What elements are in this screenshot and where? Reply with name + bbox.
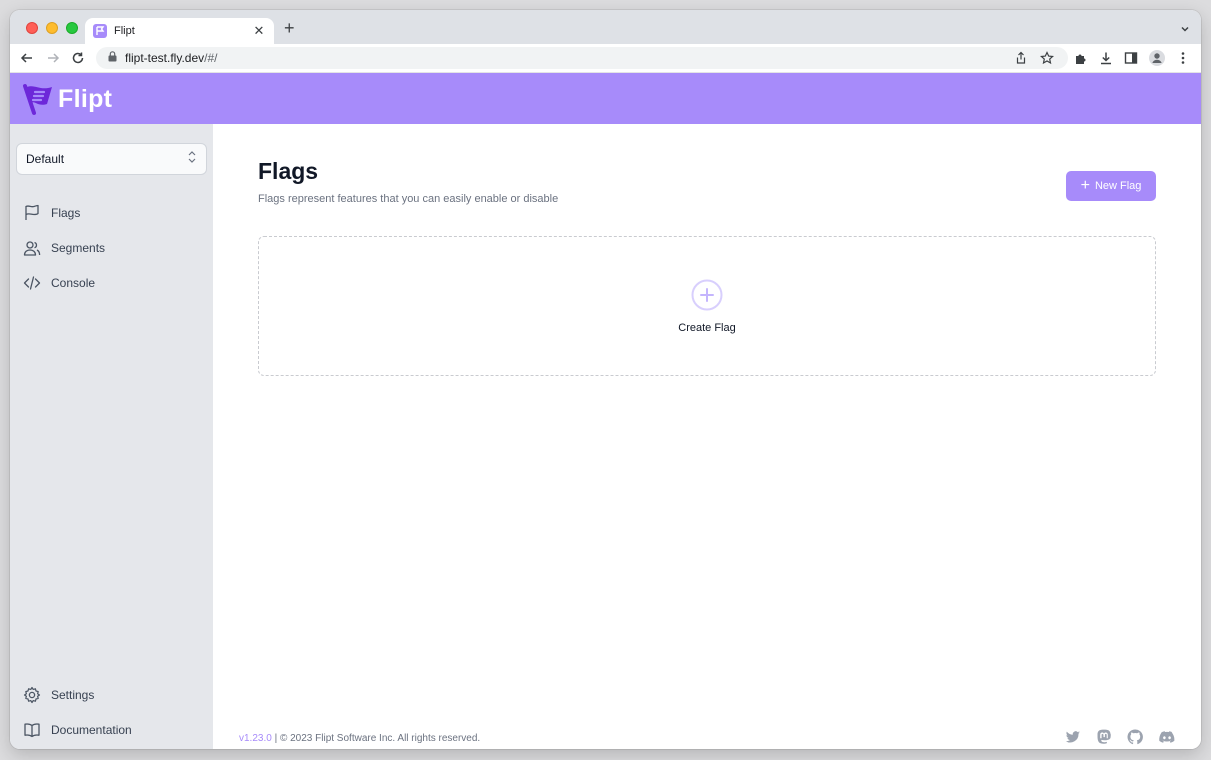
sidebar-item-documentation[interactable]: Documentation — [22, 719, 132, 741]
extensions-puzzle-icon[interactable] — [1073, 50, 1089, 66]
sidebar-item-segments[interactable]: Segments — [22, 237, 105, 259]
browser-window: Flipt ✕ + flipt-test.fly.dev/#/ Flipt De… — [10, 10, 1201, 749]
new-flag-button-label: New Flag — [1094, 180, 1142, 192]
logo-text: Flipt — [58, 84, 113, 113]
back-arrow-icon[interactable] — [19, 50, 35, 66]
page-subtitle: Flags represent features that you can ea… — [258, 193, 559, 205]
flipt-favicon-icon — [93, 24, 107, 38]
mastodon-icon[interactable] — [1096, 729, 1112, 745]
version-link[interactable]: v1.23.0 — [239, 733, 272, 744]
github-icon[interactable] — [1127, 729, 1143, 745]
new-flag-button[interactable]: + New Flag — [1066, 171, 1156, 201]
create-flag-empty-state[interactable]: Create Flag — [258, 236, 1156, 376]
forward-arrow-icon[interactable] — [45, 50, 61, 66]
discord-icon[interactable] — [1159, 729, 1175, 745]
tab-strip: Flipt ✕ + — [10, 10, 1201, 44]
new-tab-button[interactable]: + — [284, 19, 295, 37]
profile-avatar-icon[interactable] — [1149, 50, 1165, 66]
footer-copyright: v1.23.0 | © 2023 Flipt Software Inc. All… — [239, 733, 480, 744]
tab-close-icon[interactable]: ✕ — [252, 23, 266, 39]
address-bar[interactable]: flipt-test.fly.dev/#/ — [96, 47, 1068, 69]
app-header: Flipt — [10, 73, 1201, 124]
sidebar-item-label: Console — [51, 276, 96, 290]
browser-menu-dots-icon[interactable] — [1175, 50, 1191, 66]
browser-tab[interactable]: Flipt ✕ — [85, 18, 274, 44]
url-text: flipt-test.fly.dev/#/ — [125, 51, 218, 65]
users-icon — [22, 238, 42, 258]
download-icon[interactable] — [1098, 50, 1114, 66]
namespace-select-value: Default — [26, 152, 65, 166]
reload-icon[interactable] — [70, 50, 86, 66]
minimize-window-button[interactable] — [46, 22, 58, 34]
sidebar-item-label: Settings — [51, 688, 95, 702]
gear-icon — [22, 685, 42, 705]
twitter-icon[interactable] — [1065, 729, 1081, 745]
flipt-logo-icon — [23, 84, 52, 115]
tab-search-chevron-icon[interactable] — [1179, 22, 1191, 40]
page-title: Flags — [258, 158, 319, 184]
plus-circle-icon — [691, 279, 723, 311]
sidebar-item-label: Documentation — [51, 723, 132, 737]
bookmark-star-icon[interactable] — [1039, 51, 1055, 65]
copyright-text: | © 2023 Flipt Software Inc. All rights … — [271, 733, 481, 744]
maximize-window-button[interactable] — [66, 22, 78, 34]
sidebar-item-label: Flags — [51, 206, 81, 220]
browser-toolbar: flipt-test.fly.dev/#/ — [10, 44, 1201, 73]
sidebar-item-settings[interactable]: Settings — [22, 684, 94, 706]
plus-icon: + — [1080, 177, 1090, 194]
sidebar: Default Flags Segments Console Settings … — [10, 124, 213, 749]
close-window-button[interactable] — [26, 22, 38, 34]
share-icon[interactable] — [1014, 51, 1028, 65]
flipt-logo[interactable]: Flipt — [22, 82, 112, 116]
book-icon — [22, 720, 42, 740]
sidebar-item-label: Segments — [51, 241, 106, 255]
lock-icon — [108, 49, 117, 67]
namespace-select[interactable]: Default — [16, 143, 207, 175]
flag-icon — [22, 203, 42, 223]
sidebar-item-console[interactable]: Console — [22, 272, 95, 294]
sidebar-item-flags[interactable]: Flags — [22, 202, 80, 224]
chevron-up-down-icon — [187, 150, 197, 169]
create-flag-label: Create Flag — [678, 322, 736, 334]
side-panel-icon[interactable] — [1123, 50, 1139, 66]
tab-title: Flipt — [114, 25, 135, 37]
code-icon — [22, 273, 42, 293]
main-content: Flags Flags represent features that you … — [213, 124, 1201, 749]
